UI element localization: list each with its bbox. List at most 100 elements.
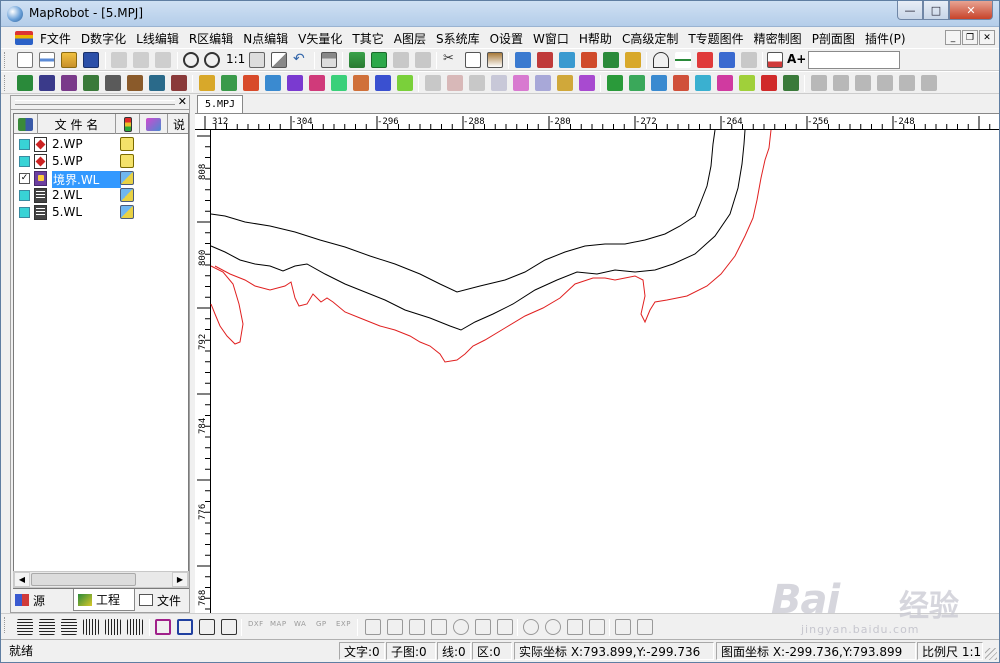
export-dxf-button[interactable]: DXF <box>248 620 264 628</box>
disabled-tool-icon[interactable] <box>637 619 653 635</box>
print-icon[interactable] <box>321 52 337 68</box>
disabled-tool-icon[interactable] <box>877 75 893 91</box>
tools-icon[interactable] <box>393 52 409 68</box>
menu-window[interactable]: W窗口 <box>528 30 574 47</box>
maximize-button[interactable]: □ <box>923 1 949 20</box>
col-header-traffic-light-icon[interactable] <box>116 114 140 134</box>
paste-icon[interactable] <box>487 52 503 68</box>
menu-advanced[interactable]: C高级定制 <box>617 30 683 47</box>
align-center-icon[interactable] <box>39 619 55 635</box>
menu-layer[interactable]: A图层 <box>389 30 431 47</box>
lock-icon[interactable] <box>120 137 134 151</box>
menu-plugins[interactable]: 插件(P) <box>860 30 911 47</box>
layer-visibility-checkbox[interactable] <box>19 156 30 167</box>
line-style-icon[interactable] <box>675 52 691 68</box>
vertical-center-icon[interactable] <box>105 619 121 635</box>
layer-list-hscrollbar[interactable]: ◀ ▶ <box>13 571 189 588</box>
attribute-icon[interactable] <box>515 52 531 68</box>
mdi-minimize-button[interactable]: _ <box>945 30 961 45</box>
line-check-icon[interactable] <box>579 75 595 91</box>
input-region-icon[interactable] <box>607 75 623 91</box>
menu-help[interactable]: H帮助 <box>574 30 617 47</box>
undo-icon[interactable]: ↶ <box>293 52 309 68</box>
point-grid-icon[interactable] <box>171 75 187 91</box>
map-window-icon[interactable] <box>371 52 387 68</box>
menu-vectorize[interactable]: V矢量化 <box>293 30 347 47</box>
disabled-tool-icon[interactable] <box>409 619 425 635</box>
disabled-tool-icon[interactable] <box>387 619 403 635</box>
edit-icon[interactable] <box>120 188 134 202</box>
region-grid-icon[interactable] <box>783 75 799 91</box>
frame-edit-icon[interactable] <box>177 619 193 635</box>
layer-manager-icon[interactable] <box>349 52 365 68</box>
scroll-thumb[interactable] <box>31 573 136 586</box>
disabled-tool-icon[interactable] <box>365 619 381 635</box>
menu-other[interactable]: T其它 <box>347 30 388 47</box>
save-icon[interactable] <box>83 52 99 68</box>
disabled-tool-icon[interactable] <box>811 75 827 91</box>
layer-row[interactable]: 5.WL <box>14 204 188 221</box>
close-button[interactable]: ✕ <box>949 1 993 20</box>
disabled-tool-icon[interactable] <box>615 619 631 635</box>
vectorize-icon[interactable] <box>581 52 597 68</box>
pan-hand-icon[interactable] <box>249 52 265 68</box>
tab-source[interactable]: 源 <box>11 590 71 610</box>
line-extend-icon[interactable] <box>353 75 369 91</box>
disabled-tool-icon[interactable] <box>491 75 507 91</box>
line-param-icon[interactable] <box>375 75 391 91</box>
copy-line-icon[interactable] <box>309 75 325 91</box>
eraser-icon[interactable] <box>271 52 287 68</box>
input-line-icon[interactable] <box>199 75 215 91</box>
wrench-icon[interactable] <box>415 52 431 68</box>
disabled-tool-icon[interactable] <box>431 619 447 635</box>
width-icon[interactable] <box>199 619 215 635</box>
region-pattern-icon[interactable] <box>717 75 733 91</box>
copy-point-icon[interactable] <box>105 75 121 91</box>
col-header-book-icon[interactable] <box>14 114 38 134</box>
disabled-tool-icon[interactable] <box>855 75 871 91</box>
layer-visibility-checkbox[interactable] <box>19 139 30 150</box>
layer-row-selected[interactable]: ✓ 境界.WL <box>14 170 188 188</box>
layer-name[interactable]: 2.WP <box>52 137 83 151</box>
diamond-tool-icon[interactable] <box>741 52 757 68</box>
export-gp-button[interactable]: GP <box>316 620 327 628</box>
annotation-icon[interactable] <box>767 52 783 68</box>
theme-icon[interactable] <box>625 52 641 68</box>
cut-icon[interactable]: ✂ <box>443 52 459 68</box>
menu-app-icon[interactable] <box>15 31 33 45</box>
save-as-icon[interactable] <box>133 52 149 68</box>
open-folder-icon[interactable] <box>61 52 77 68</box>
region-merge-icon[interactable] <box>651 75 667 91</box>
move-point-icon[interactable] <box>83 75 99 91</box>
layer-visibility-checkbox[interactable] <box>19 207 30 218</box>
save-all-icon[interactable] <box>111 52 127 68</box>
font-size-button[interactable]: A+ <box>787 52 806 66</box>
move-line-icon[interactable] <box>287 75 303 91</box>
new-file-icon[interactable] <box>17 52 33 68</box>
col-header-layers-icon[interactable] <box>140 114 168 134</box>
col-header-desc[interactable]: 说 <box>168 114 188 134</box>
layer-visibility-checkbox[interactable] <box>19 190 30 201</box>
region-fill-red-icon[interactable] <box>761 75 777 91</box>
map-svg[interactable]: 312 -304 -296 -288 -280 -272 -264 -256 -… <box>195 114 999 614</box>
menu-file[interactable]: F文件 <box>35 30 76 47</box>
lock-icon[interactable] <box>120 154 134 168</box>
tab-5-mpj[interactable]: 5.MPJ <box>197 95 243 113</box>
export-exp-button[interactable]: EXP <box>336 620 351 628</box>
mdi-close-button[interactable]: ✕ <box>979 30 995 45</box>
menu-precision-mapping[interactable]: 精密制图 <box>749 30 807 47</box>
edit-icon[interactable] <box>120 171 134 185</box>
tab-file[interactable]: 文件 <box>135 590 189 610</box>
cut-line-icon[interactable] <box>243 75 259 91</box>
toolbar-grip[interactable] <box>4 75 7 91</box>
disabled-tool-icon[interactable] <box>921 75 937 91</box>
minimize-button[interactable]: — <box>897 1 923 20</box>
align-right-icon[interactable] <box>61 619 77 635</box>
select-region-icon[interactable] <box>629 75 645 91</box>
align-left-icon[interactable] <box>17 619 33 635</box>
height-icon[interactable] <box>221 619 237 635</box>
layer-name[interactable]: 5.WP <box>52 154 83 168</box>
disabled-tool-icon[interactable] <box>545 619 561 635</box>
layer-row[interactable]: 5.WP <box>14 153 188 170</box>
layer-row[interactable]: 2.WL <box>14 187 188 204</box>
